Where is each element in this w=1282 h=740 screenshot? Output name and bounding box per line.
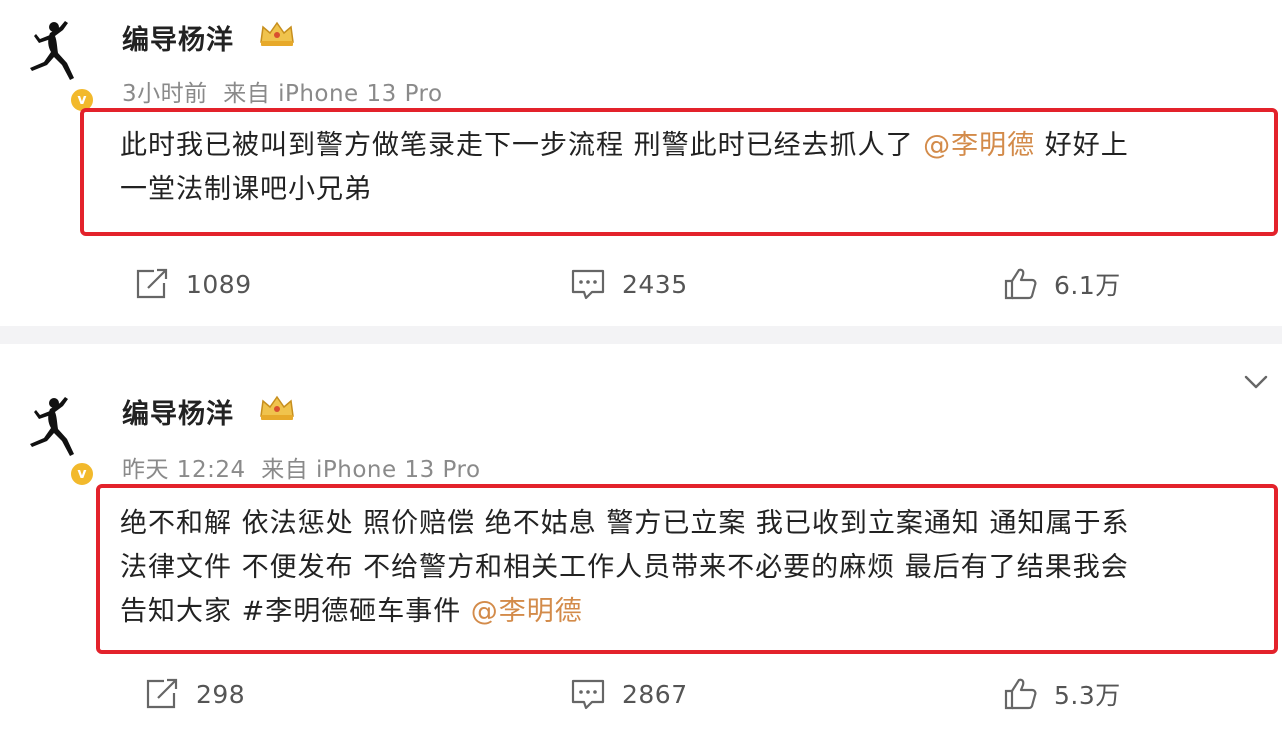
repost-icon xyxy=(146,678,178,709)
crown-icon xyxy=(260,21,294,46)
weibo-post-2: v 编导杨洋 昨天 12:24 来自 iPhone 13 Pro 绝不和解 依法… xyxy=(0,344,1282,740)
repost-icon xyxy=(136,268,168,299)
action-bar: 298 2867 5.3万 xyxy=(0,674,1282,714)
post-text: 告知大家 #李明德砸车事件 xyxy=(120,596,471,627)
like-icon xyxy=(1004,268,1037,300)
like-button[interactable]: 6.1万 xyxy=(1000,264,1121,304)
avatar[interactable] xyxy=(10,10,92,92)
crown-icon xyxy=(260,395,294,420)
jumpman-logo-icon xyxy=(10,386,92,468)
repost-count: 298 xyxy=(196,679,246,709)
post-text: 好好上 xyxy=(1035,130,1129,161)
comment-icon xyxy=(571,679,605,710)
post-text: 此时我已被叫到警方做笔录走下一步流程 刑警此时已经去抓人了 xyxy=(120,130,924,161)
post-text: 一堂法制课吧小兄弟 xyxy=(120,174,372,205)
like-icon xyxy=(1004,678,1037,710)
avatar[interactable] xyxy=(10,386,92,468)
post-meta: 昨天 12:24 来自 iPhone 13 Pro xyxy=(122,457,481,483)
author-name[interactable]: 编导杨洋 xyxy=(122,18,234,57)
like-count: 6.1万 xyxy=(1054,271,1121,300)
mention-link[interactable]: @李明德 xyxy=(923,130,1035,161)
comment-icon xyxy=(571,269,605,300)
comment-button[interactable]: 2867 xyxy=(568,674,688,714)
post-text: 法律文件 不便发布 不给警方和相关工作人员带来不必要的麻烦 最后有了结果我会 xyxy=(120,552,1129,583)
chevron-down-icon[interactable] xyxy=(1240,370,1272,394)
like-button[interactable]: 5.3万 xyxy=(1000,674,1121,714)
repost-button[interactable]: 1089 xyxy=(132,264,252,304)
comment-count: 2435 xyxy=(622,269,688,299)
post-text: 绝不和解 依法惩处 照价赔偿 绝不姑息 警方已立案 我已收到立案通知 通知属于系 xyxy=(120,508,1130,539)
action-bar: 1089 2435 6.1万 xyxy=(0,264,1282,304)
verified-badge-icon: v xyxy=(68,460,96,488)
comment-count: 2867 xyxy=(622,679,688,709)
repost-count: 1089 xyxy=(186,269,252,299)
author-name[interactable]: 编导杨洋 xyxy=(122,392,234,431)
like-count: 5.3万 xyxy=(1054,681,1121,710)
jumpman-logo-icon xyxy=(10,10,92,92)
post-content: 此时我已被叫到警方做笔录走下一步流程 刑警此时已经去抓人了 @李明德 好好上 一… xyxy=(120,124,1270,212)
weibo-post-1: v 编导杨洋 3小时前 来自 iPhone 13 Pro 此时我已被叫到警方做笔… xyxy=(0,0,1282,326)
mention-link[interactable]: @李明德 xyxy=(471,596,583,627)
post-divider xyxy=(0,326,1282,344)
post-meta: 3小时前 来自 iPhone 13 Pro xyxy=(122,81,443,107)
repost-button[interactable]: 298 xyxy=(142,674,245,714)
comment-button[interactable]: 2435 xyxy=(568,264,688,304)
post-content: 绝不和解 依法惩处 照价赔偿 绝不姑息 警方已立案 我已收到立案通知 通知属于系… xyxy=(120,502,1270,634)
